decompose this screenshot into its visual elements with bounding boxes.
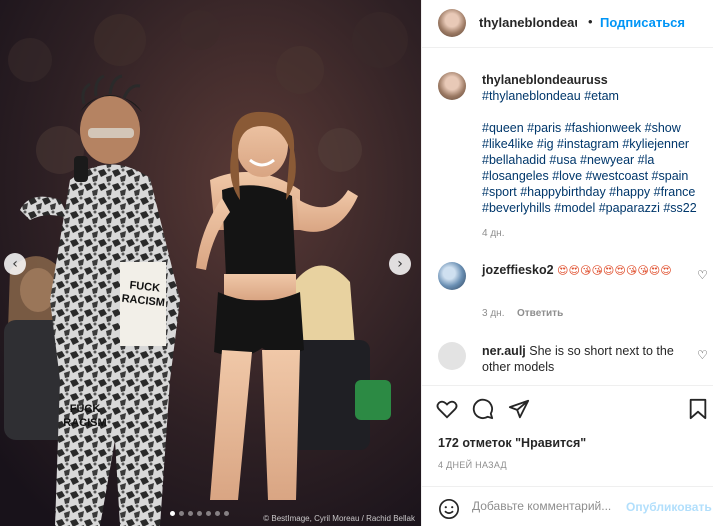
comment-1-text: 😍😍😘😘😍😍😘😘😍😍 — [557, 264, 672, 277]
comment-bar: Опубликовать — [422, 486, 713, 527]
likes-count[interactable]: 172 отметок "Нравится" — [438, 436, 586, 450]
emoji-icon[interactable] — [438, 498, 460, 525]
pants-print-line2: RACISM — [63, 417, 107, 429]
post-photo[interactable]: FUCK RACISM FUCK RACISM ‹ › © BestImage,… — [0, 0, 421, 526]
header-separator: • — [588, 14, 593, 29]
paper-plane-icon[interactable] — [508, 398, 530, 425]
jacket-print: FUCK RACISM — [121, 278, 168, 310]
heart-icon[interactable] — [436, 398, 458, 425]
comment-icon[interactable] — [472, 398, 494, 425]
carousel-dot — [179, 511, 184, 516]
post-actions: 172 отметок "Нравится" 4 ДНЕЙ НАЗАД Опуб… — [422, 385, 713, 526]
photo-illustration — [0, 0, 421, 526]
author-avatar[interactable] — [438, 9, 466, 37]
comment-2-like-icon[interactable]: ♡ — [697, 348, 708, 362]
photo-credit: © BestImage, Cyril Moreau / Rachid Bella… — [263, 514, 415, 523]
previous-photo-button[interactable]: ‹ — [4, 253, 26, 275]
post-date: 4 ДНЕЙ НАЗАД — [438, 460, 507, 470]
pants-print-line1: FUCK — [69, 403, 101, 415]
author-username[interactable]: thylaneblondeauru — [479, 15, 577, 30]
comment-1-reply-button[interactable]: Ответить — [517, 308, 563, 319]
caption-hashtags[interactable]: #queen #paris #fashionweek #show #like4l… — [482, 121, 697, 215]
caption-username[interactable]: thylaneblondeauruss — [482, 73, 608, 87]
comment-2: ner.aulj She is so short next to the oth… — [482, 343, 694, 375]
post-header: thylaneblondeauru • Подписаться — [422, 0, 713, 48]
caption-avatar[interactable] — [438, 72, 466, 100]
commenter-avatar-placeholder[interactable] — [438, 342, 466, 370]
carousel-dot — [197, 511, 202, 516]
pants-print: FUCK RACISM — [60, 402, 110, 430]
comment-1-time: 3 дн. — [482, 308, 505, 319]
bookmark-icon[interactable] — [688, 398, 708, 425]
carousel-dot — [170, 511, 175, 516]
comment-1-username[interactable]: jozeffiesko2 — [482, 263, 554, 277]
instagram-post: FUCK RACISM FUCK RACISM ‹ › © BestImage,… — [0, 0, 713, 526]
comment-input[interactable] — [472, 499, 622, 513]
follow-button[interactable]: Подписаться — [600, 15, 685, 30]
commenter-avatar[interactable] — [438, 262, 466, 290]
carousel-dot — [224, 511, 229, 516]
carousel-dot — [188, 511, 193, 516]
comment-2-username[interactable]: ner.aulj — [482, 344, 526, 358]
carousel-dot — [206, 511, 211, 516]
chevron-right-icon: › — [397, 256, 403, 272]
carousel-dots — [170, 511, 229, 516]
chevron-left-icon: ‹ — [12, 256, 18, 272]
carousel-dot — [215, 511, 220, 516]
caption-hashtag-lead[interactable]: #thylaneblondeau — [482, 89, 581, 103]
post-caption: thylaneblondeauruss #thylaneblondeau #et… — [482, 72, 706, 216]
caption-hashtag-etam[interactable]: #etam — [584, 89, 619, 103]
comment-1-like-icon[interactable]: ♡ — [697, 268, 708, 282]
publish-button[interactable]: Опубликовать — [626, 500, 712, 514]
caption-time: 4 дн. — [482, 228, 505, 239]
next-photo-button[interactable]: › — [389, 253, 411, 275]
post-side-panel: thylaneblondeauru • Подписаться thylaneb… — [421, 0, 713, 526]
comment-1: jozeffiesko2 😍😍😘😘😍😍😘😘😍😍 — [482, 262, 694, 279]
